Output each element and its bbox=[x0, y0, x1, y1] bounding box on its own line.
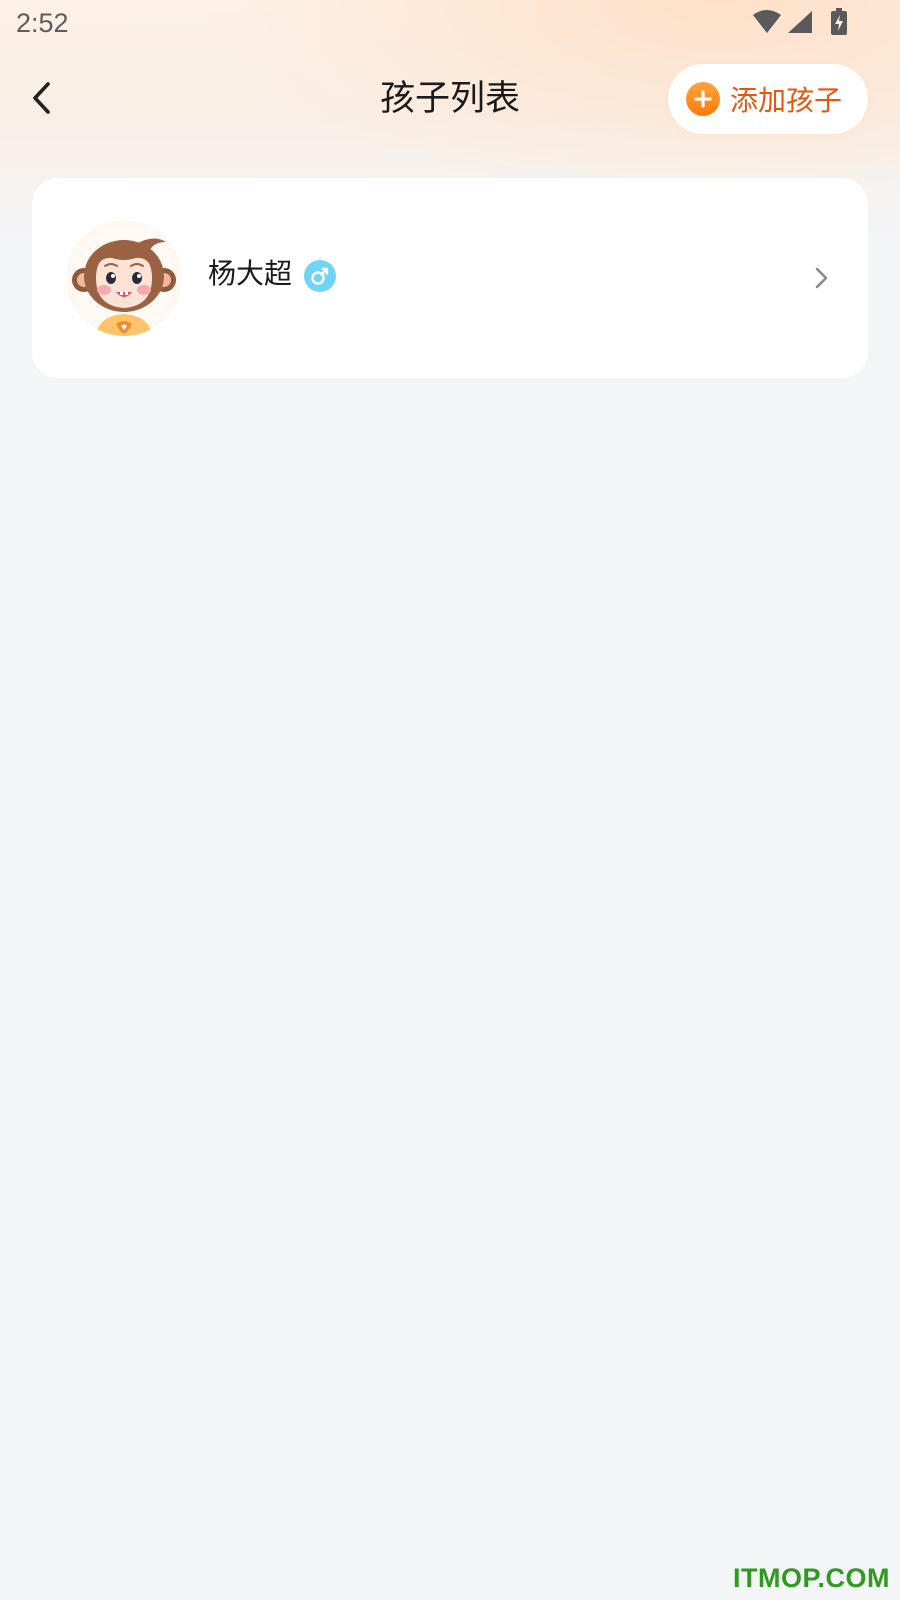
chevron-right-icon bbox=[812, 262, 832, 294]
page-title: 孩子列表 bbox=[379, 79, 520, 119]
chevron-left-icon bbox=[30, 80, 54, 120]
plus-circle-icon bbox=[686, 82, 720, 116]
battery-charging-icon bbox=[830, 8, 848, 40]
watermark: ITMOP.COM bbox=[732, 1563, 890, 1593]
monkey-avatar-icon bbox=[72, 238, 176, 336]
status-icons bbox=[752, 8, 848, 40]
cellular-signal-icon bbox=[786, 9, 814, 39]
add-child-button[interactable]: 添加孩子 bbox=[668, 64, 868, 134]
back-button[interactable] bbox=[20, 74, 64, 126]
child-name: 杨大超 bbox=[208, 257, 293, 290]
wifi-icon bbox=[752, 9, 782, 39]
status-time: 2:52 bbox=[16, 8, 69, 38]
status-bar: 2:52 bbox=[0, 0, 900, 50]
navigation-bar: 孩子列表 添加孩子 bbox=[0, 62, 900, 138]
add-child-label: 添加孩子 bbox=[730, 84, 843, 117]
child-avatar bbox=[66, 220, 182, 336]
male-symbol-icon bbox=[304, 260, 336, 292]
child-list-item[interactable]: 杨大超 bbox=[32, 178, 868, 378]
